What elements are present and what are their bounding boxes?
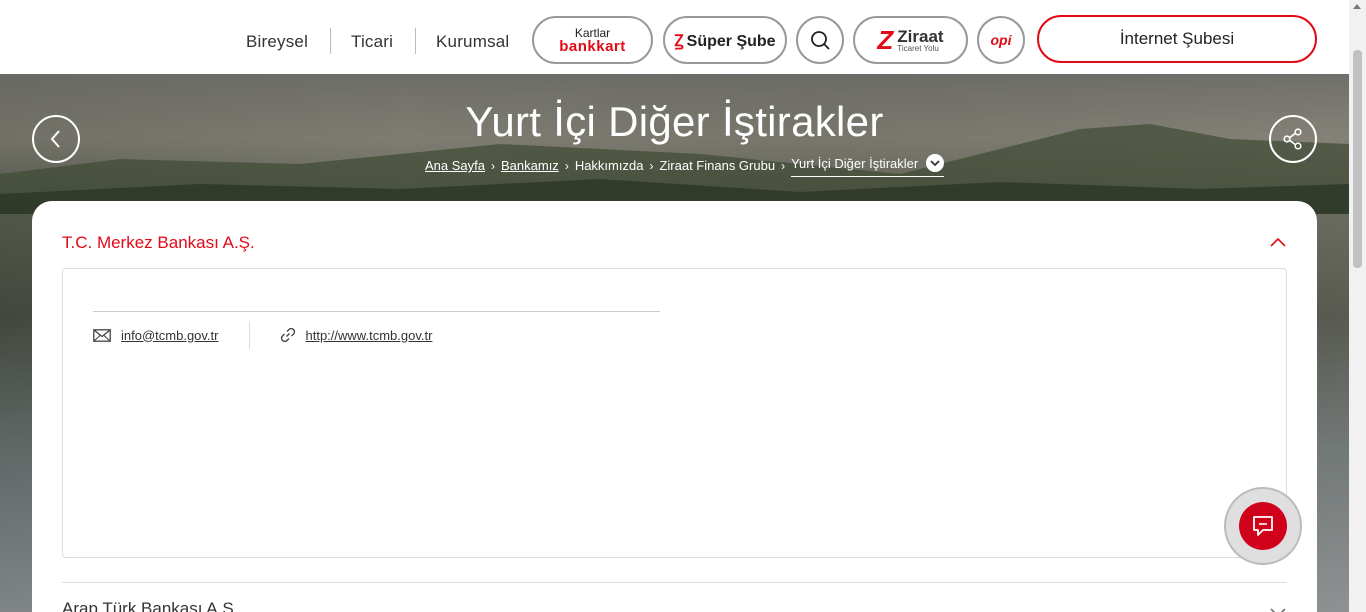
- content-card: T.C. Merkez Bankası A.Ş. info@tcmb.gov.t…: [32, 201, 1317, 612]
- ziraat-ticaret-yolu-button[interactable]: Z Ziraat Ticaret Yolu: [853, 16, 968, 64]
- breadcrumb-hakkimizda: Hakkımızda: [574, 158, 644, 173]
- share-icon: [1283, 128, 1302, 150]
- super-sube-button[interactable]: Ꙁ Süper Şube: [663, 16, 787, 64]
- chat-icon: [1253, 516, 1273, 536]
- scroll-up-icon[interactable]: [1353, 4, 1361, 9]
- page-scrollbar[interactable]: [1349, 0, 1366, 612]
- chevron-down-icon: [926, 154, 945, 172]
- nav-separator: [330, 28, 331, 54]
- accordion-panel-tcmb: info@tcmb.gov.tr http://www.tcmb.gov.tr: [62, 268, 1287, 558]
- chevron-right-icon: ›: [491, 158, 495, 173]
- contact-row: info@tcmb.gov.tr http://www.tcmb.gov.tr: [93, 321, 432, 349]
- breadcrumb-bankamiz[interactable]: Bankamız: [501, 158, 559, 173]
- mail-icon: [93, 328, 111, 342]
- ziraat-logo-subtitle: Ticaret Yolu: [897, 43, 939, 53]
- accordion-title-tcmb[interactable]: T.C. Merkez Bankası A.Ş.: [62, 233, 255, 253]
- breadcrumb: Ana Sayfa › Bankamız › Hakkımızda › Zira…: [425, 154, 945, 177]
- nav-separator: [415, 28, 416, 54]
- internet-subesi-button[interactable]: İnternet Şubesi: [1037, 15, 1317, 63]
- share-button[interactable]: [1269, 115, 1317, 163]
- divider: [93, 311, 660, 312]
- kartlar-label: Kartlar: [574, 25, 611, 40]
- search-button[interactable]: [796, 16, 844, 64]
- divider: [62, 582, 1287, 583]
- nav-ticari[interactable]: Ticari: [351, 32, 393, 52]
- kartlar-bankkart-button[interactable]: Kartlar bankkart: [532, 16, 653, 64]
- nav-bireysel[interactable]: Bireysel: [246, 32, 308, 52]
- breadcrumb-ziraat-finans-grubu: Ziraat Finans Grubu: [659, 158, 776, 173]
- website-item: http://www.tcmb.gov.tr: [280, 327, 433, 343]
- super-sube-icon: Ꙁ: [674, 33, 684, 50]
- opi-button[interactable]: opi: [977, 16, 1025, 64]
- breadcrumb-ana-sayfa[interactable]: Ana Sayfa: [425, 158, 485, 173]
- email-item: info@tcmb.gov.tr: [93, 328, 219, 343]
- chevron-right-icon: ›: [649, 158, 654, 173]
- contact-separator: [248, 321, 250, 349]
- chevron-right-icon: ›: [564, 158, 569, 173]
- page-title: Yurt İçi Diğer İştirakler: [465, 98, 884, 145]
- chevron-right-icon: ›: [781, 158, 786, 173]
- super-sube-label: Süper Şube: [686, 33, 776, 50]
- scroll-thumb[interactable]: [1353, 50, 1362, 268]
- chevron-up-icon[interactable]: [1269, 235, 1287, 249]
- chevron-down-icon[interactable]: [1269, 605, 1287, 612]
- nav-kurumsal[interactable]: Kurumsal: [436, 32, 509, 52]
- breadcrumb-current[interactable]: Yurt İçi Diğer İştirakler: [791, 154, 945, 177]
- ziraat-z-icon: Z: [877, 24, 894, 55]
- ziraat-logo-title: Ziraat: [897, 26, 944, 46]
- website-link[interactable]: http://www.tcmb.gov.tr: [306, 328, 433, 343]
- chat-button[interactable]: [1224, 487, 1302, 565]
- link-icon: [280, 327, 295, 343]
- accordion-title-arap-turk[interactable]: Arap Türk Bankası A.Ş.: [62, 599, 238, 612]
- opi-logo: opi: [990, 32, 1012, 48]
- bankkart-logo: bankkart: [559, 37, 626, 55]
- email-link[interactable]: info@tcmb.gov.tr: [121, 328, 219, 343]
- breadcrumb-current-label: Yurt İçi Diğer İştirakler: [791, 155, 919, 171]
- site-header: Bireysel Ticari Kurumsal Kartlar bankkar…: [0, 0, 1349, 74]
- search-icon: [811, 31, 830, 50]
